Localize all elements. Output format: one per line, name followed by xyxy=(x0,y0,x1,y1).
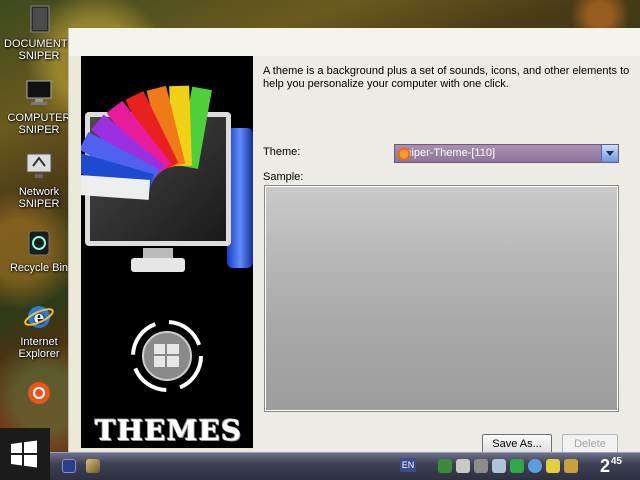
desktop-icon-recycle-bin-label: Recycle Bin xyxy=(9,262,69,274)
recycle-bin-icon xyxy=(28,230,50,256)
sample-label: Sample: xyxy=(263,171,304,183)
desktop-icon-recycle-bin[interactable]: Recycle Bin xyxy=(4,228,74,274)
clock-hour: 2 xyxy=(599,456,610,476)
tray-s-icon[interactable] xyxy=(510,459,524,473)
quick-launch-desktop-icon[interactable] xyxy=(62,459,76,473)
tray-globe-icon[interactable] xyxy=(528,459,542,473)
ubuntu-icon xyxy=(28,382,50,404)
network-icon xyxy=(26,153,52,178)
desktop-icon-documents-label: DOCUMENTS SNIPER xyxy=(4,38,75,62)
desktop-icon-internet-explorer-label: Internet Explorer xyxy=(18,336,60,360)
desktop-icon-computer-label: COMPUTER SNIPER xyxy=(7,112,71,136)
tray-star-icon[interactable] xyxy=(546,459,560,473)
tray-app-icon[interactable] xyxy=(438,459,452,473)
themes-banner-title: THEMES xyxy=(94,414,243,447)
themes-window: THEMES A theme is a background plus a se… xyxy=(68,28,640,455)
desktop-icon-internet-explorer[interactable]: e Internet Explorer xyxy=(4,302,74,360)
theme-select[interactable]: Sniper-Theme-[110] xyxy=(394,144,619,163)
desktop-icon-computer[interactable]: COMPUTER SNIPER xyxy=(4,78,74,136)
tray-device-icon[interactable] xyxy=(474,459,488,473)
window-top-bar xyxy=(69,28,640,56)
clock-minute: 45 xyxy=(610,456,622,467)
desktop-icon-network-label: Network SNIPER xyxy=(18,186,60,210)
theme-label: Theme: xyxy=(263,146,301,158)
tray-wand-icon[interactable] xyxy=(564,459,578,473)
themes-side-banner: THEMES xyxy=(81,56,253,448)
computer-icon xyxy=(26,80,52,105)
documents-folder-icon xyxy=(30,5,50,33)
tray-network-icon[interactable] xyxy=(456,459,470,473)
desktop-icon-network[interactable]: Network SNIPER xyxy=(4,152,74,210)
cursor-highlight-icon xyxy=(396,146,412,162)
theme-select-value: Sniper-Theme-[110] xyxy=(398,147,496,159)
desktop-icon-documents[interactable]: DOCUMENTS SNIPER xyxy=(4,4,75,62)
chevron-down-icon[interactable] xyxy=(601,145,618,162)
desktop-icon-ubuntu[interactable] xyxy=(4,378,74,412)
theme-description: A theme is a background plus a set of so… xyxy=(263,65,630,90)
quick-launch-tool-icon[interactable] xyxy=(86,459,100,473)
start-button[interactable] xyxy=(0,428,50,480)
windows-start-icon xyxy=(11,440,37,468)
tray-drop-icon[interactable] xyxy=(492,459,506,473)
themes-banner-illustration xyxy=(81,85,253,392)
internet-explorer-icon: e xyxy=(24,306,54,328)
language-indicator[interactable]: EN xyxy=(400,458,416,472)
themes-settings-panel: A theme is a background plus a set of so… xyxy=(253,56,640,455)
theme-sample-preview xyxy=(264,185,619,412)
